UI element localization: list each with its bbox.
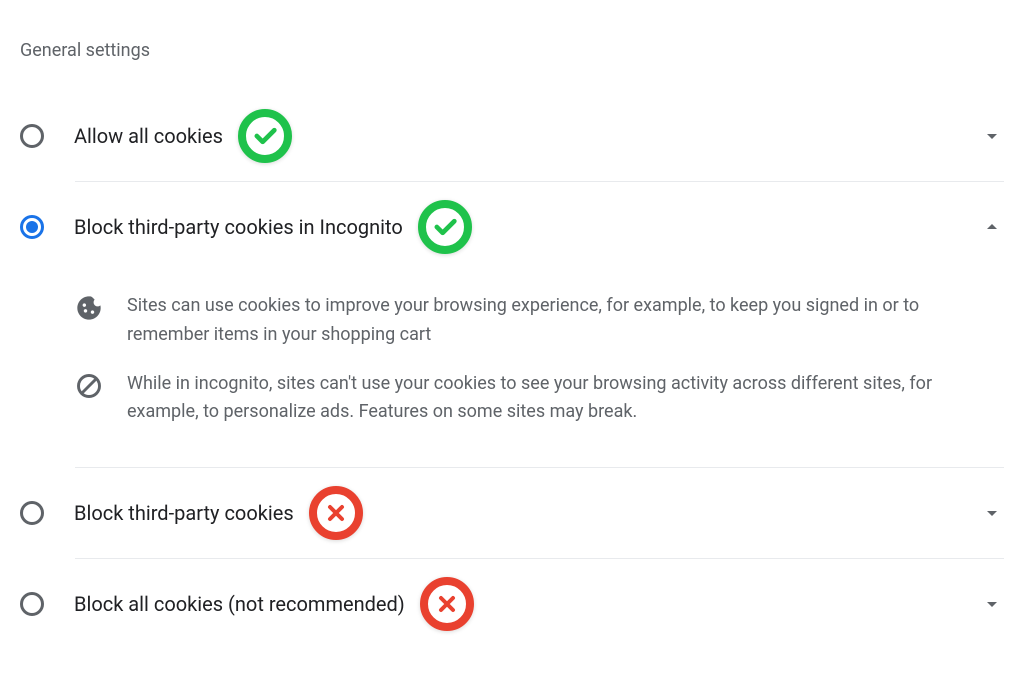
- option-row-block-third-party[interactable]: Block third-party cookies: [20, 468, 1004, 558]
- info-row-block: While in incognito, sites can't use your…: [75, 370, 1004, 428]
- info-text: While in incognito, sites can't use your…: [127, 370, 1004, 428]
- info-text: Sites can use cookies to improve your br…: [127, 292, 1004, 350]
- cookie-icon: [75, 294, 103, 322]
- option-row-block-all[interactable]: Block all cookies (not recommended): [20, 559, 1004, 649]
- radio-allow-all[interactable]: [20, 124, 44, 148]
- expanded-details: Sites can use cookies to improve your br…: [20, 292, 1004, 467]
- radio-block-all[interactable]: [20, 592, 44, 616]
- x-icon: [420, 577, 474, 631]
- option-label: Block all cookies (not recommended): [74, 592, 405, 616]
- option-label: Block third-party cookies: [74, 501, 294, 525]
- option-row-block-incognito[interactable]: Block third-party cookies in Incognito: [20, 182, 1004, 272]
- chevron-up-icon[interactable]: [980, 215, 1004, 239]
- info-row-cookie: Sites can use cookies to improve your br…: [75, 292, 1004, 350]
- chevron-down-icon[interactable]: [980, 124, 1004, 148]
- radio-block-third-party[interactable]: [20, 501, 44, 525]
- option-label: Block third-party cookies in Incognito: [74, 215, 403, 239]
- chevron-down-icon[interactable]: [980, 592, 1004, 616]
- option-row-allow-all[interactable]: Allow all cookies: [20, 91, 1004, 181]
- block-icon: [75, 372, 103, 400]
- checkmark-icon: [238, 109, 292, 163]
- x-icon: [309, 486, 363, 540]
- option-label: Allow all cookies: [74, 124, 223, 148]
- chevron-down-icon[interactable]: [980, 501, 1004, 525]
- section-title: General settings: [20, 40, 1004, 61]
- radio-block-incognito[interactable]: [20, 215, 44, 239]
- checkmark-icon: [418, 200, 472, 254]
